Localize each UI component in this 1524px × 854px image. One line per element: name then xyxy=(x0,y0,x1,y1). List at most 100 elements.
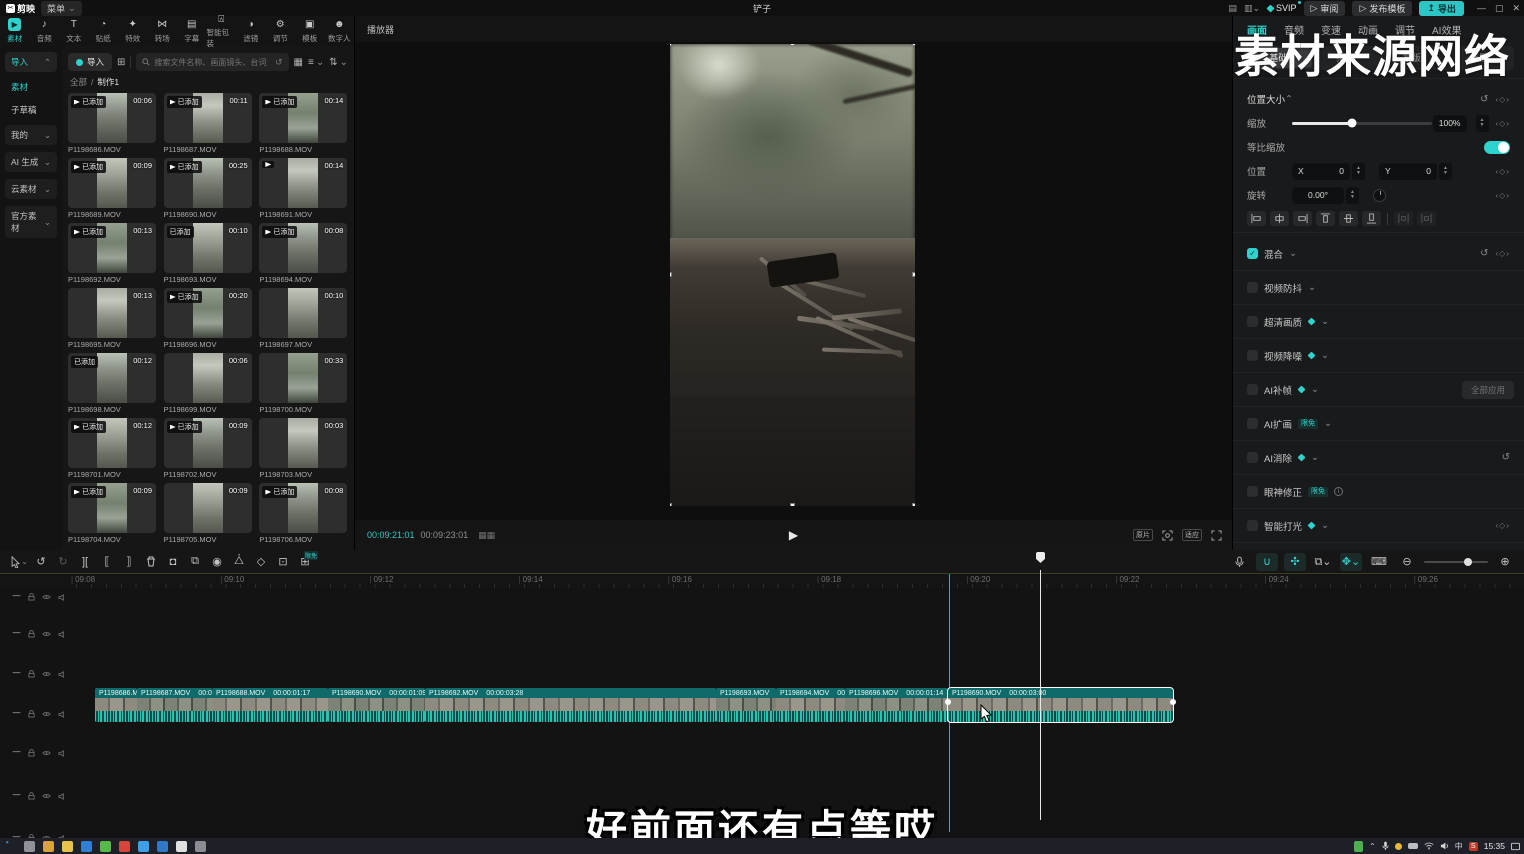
eye-icon[interactable] xyxy=(42,631,51,637)
keyframe-control[interactable]: ‹◇› xyxy=(1496,167,1511,176)
zoom-in-icon[interactable]: ⊕ xyxy=(1494,555,1516,568)
history-icon[interactable]: ↺ xyxy=(275,57,283,68)
undo-icon[interactable]: ↺ xyxy=(30,555,52,568)
quality-badge[interactable]: 原片 xyxy=(1133,529,1153,541)
feature-checkbox[interactable] xyxy=(1247,418,1258,429)
freeze-frame-icon[interactable]: ⊞限免 xyxy=(294,555,316,568)
transform-handle[interactable] xyxy=(670,503,672,506)
media-clip-tile[interactable]: 00:09P1198705.MOV xyxy=(164,483,252,544)
media-clip-tile[interactable]: 已添加00:14P1198688.MOV xyxy=(259,93,347,154)
speaker-icon[interactable] xyxy=(58,711,66,718)
eye-icon[interactable] xyxy=(42,750,51,756)
ribbon-tab-8[interactable]: ⍓智能包装 xyxy=(207,16,237,46)
media-clip-tile[interactable]: 00:14P1198691.MOV xyxy=(259,158,347,219)
ribbon-tab-7[interactable]: ▤字幕 xyxy=(177,16,207,46)
position-x-field[interactable]: X0 xyxy=(1292,163,1350,180)
keyframe-control[interactable]: ‹◇› xyxy=(1496,191,1511,200)
media-clip-tile[interactable]: 已添加00:12P1198698.MOV xyxy=(68,353,156,414)
import-folder-icon[interactable]: ⊞ xyxy=(117,57,125,68)
feature-checkbox[interactable] xyxy=(1247,248,1258,259)
media-player-icon[interactable] xyxy=(119,841,130,852)
sidebar-import-header[interactable]: 导入⌃ xyxy=(5,52,57,72)
feature-checkbox[interactable] xyxy=(1247,520,1258,531)
sidebar-item-2[interactable]: 子草稿 xyxy=(5,102,57,118)
media-clip-tile[interactable]: 已添加00:13P1198692.MOV xyxy=(68,223,156,284)
store-icon[interactable] xyxy=(176,841,187,852)
speaker-icon[interactable] xyxy=(58,671,66,678)
timeline-clip[interactable]: P1198692.MOV00:00:03:28 xyxy=(425,688,716,722)
sidebar-group-2[interactable]: AI 生成⌄ xyxy=(5,152,57,172)
speaker-icon[interactable] xyxy=(58,594,66,601)
eye-icon[interactable] xyxy=(42,711,51,717)
media-clip-tile[interactable]: 已添加00:09P1198702.MOV xyxy=(164,418,252,479)
sidebar-group-1[interactable]: 我的⌄ xyxy=(5,125,57,145)
rotate-stepper[interactable]: ▲▼ xyxy=(1346,187,1359,204)
speed-icon[interactable]: ◉ xyxy=(206,555,228,568)
player-stage[interactable] xyxy=(355,42,1232,520)
ribbon-tab-6[interactable]: ⋈转场 xyxy=(148,16,178,46)
link-preview-icon[interactable]: ⧉⌄ xyxy=(1312,555,1334,569)
play-button[interactable]: ▶ xyxy=(789,528,798,542)
apply-all-button[interactable]: 全部应用 xyxy=(1462,381,1514,399)
media-clip-tile[interactable]: 已添加00:12P1198701.MOV xyxy=(68,418,156,479)
lock-icon[interactable] xyxy=(28,749,35,757)
svip-button[interactable]: SVIP xyxy=(1267,3,1297,13)
fit-screen-icon[interactable] xyxy=(1162,530,1173,541)
auto-snap-icon[interactable]: ✣ xyxy=(1284,553,1306,571)
clip-handle-right[interactable] xyxy=(1170,699,1176,705)
media-clip-tile[interactable]: 已添加00:20P1198696.MOV xyxy=(164,288,252,349)
media-clip-tile[interactable]: 已添加00:08P1198694.MOV xyxy=(259,223,347,284)
export-button[interactable]: ↥导出 xyxy=(1419,1,1464,16)
position-y-field[interactable]: Y0 xyxy=(1379,163,1437,180)
feature-checkbox[interactable] xyxy=(1247,452,1258,463)
wechat-icon[interactable] xyxy=(100,841,111,852)
notification-icon[interactable] xyxy=(1511,842,1520,851)
mask-icon[interactable]: ◘ xyxy=(162,556,184,568)
split-right-icon[interactable]: ⟧ xyxy=(118,555,140,568)
ime-indicator[interactable]: 中 xyxy=(1455,841,1463,852)
code-icon[interactable] xyxy=(157,841,168,852)
distribute-h-icon[interactable] xyxy=(1394,211,1413,226)
sidebar-group-3[interactable]: 云素材⌄ xyxy=(5,179,57,199)
mic-icon[interactable] xyxy=(1382,841,1389,851)
redo-icon[interactable]: ↻ xyxy=(52,555,74,568)
record-screen-icon[interactable]: ⊡ xyxy=(272,555,294,568)
sort-icon[interactable]: ≡⌄ xyxy=(308,57,324,68)
align-bottom-icon[interactable] xyxy=(1362,211,1381,226)
speaker-icon[interactable] xyxy=(58,750,66,757)
media-clip-tile[interactable]: 已添加00:09P1198689.MOV xyxy=(68,158,156,219)
security-icon[interactable]: S xyxy=(1469,842,1478,851)
usb-icon[interactable] xyxy=(1354,841,1363,852)
uniform-scale-toggle[interactable] xyxy=(1484,141,1510,154)
review-button[interactable]: ▷审阅 xyxy=(1304,1,1346,16)
timeline-clip[interactable]: P1198696.MOV00:00:01:14 xyxy=(845,688,948,722)
lock-icon[interactable] xyxy=(28,593,35,601)
slider-knob[interactable] xyxy=(1348,119,1357,128)
status-dot-icon[interactable] xyxy=(1395,843,1402,850)
layout-icon[interactable]: ▤ xyxy=(1228,3,1237,14)
align-center-h-icon[interactable] xyxy=(1270,211,1289,226)
rotate-knob[interactable] xyxy=(1373,189,1386,202)
media-clip-tile[interactable]: 已添加00:08P1198706.MOV xyxy=(259,483,347,544)
chrome-icon[interactable] xyxy=(43,841,54,852)
search-input[interactable] xyxy=(154,58,271,67)
keyframe-control[interactable]: ‹◇› xyxy=(1496,95,1511,104)
start-icon[interactable] xyxy=(6,841,11,846)
lock-icon[interactable] xyxy=(28,670,35,678)
minimize-button[interactable]: — xyxy=(1477,3,1486,14)
feature-checkbox[interactable] xyxy=(1247,384,1258,395)
media-clip-tile[interactable]: 已添加00:25P1198690.MOV xyxy=(164,158,252,219)
feature-checkbox[interactable] xyxy=(1247,350,1258,361)
filter-icon[interactable]: ⇅⌄ xyxy=(329,57,348,68)
menu-button[interactable]: 菜单⌄ xyxy=(41,1,82,16)
timeline-zoom-slider[interactable] xyxy=(1424,561,1488,563)
ratio-badge[interactable]: 适应 xyxy=(1182,529,1202,541)
select-tool-icon[interactable]: ⌄ xyxy=(8,556,30,568)
clip-handle-left[interactable] xyxy=(945,699,951,705)
delete-icon[interactable] xyxy=(140,556,162,567)
rotate-icon[interactable]: ◇ xyxy=(250,555,272,568)
layout-split-icon[interactable]: ▥⌄ xyxy=(1244,3,1260,14)
media-clip-tile[interactable]: 00:06P1198699.MOV xyxy=(164,353,252,414)
sidebar-group-4[interactable]: 官方素材⌄ xyxy=(5,206,57,238)
publish-template-button[interactable]: ▷发布模板 xyxy=(1352,1,1412,16)
